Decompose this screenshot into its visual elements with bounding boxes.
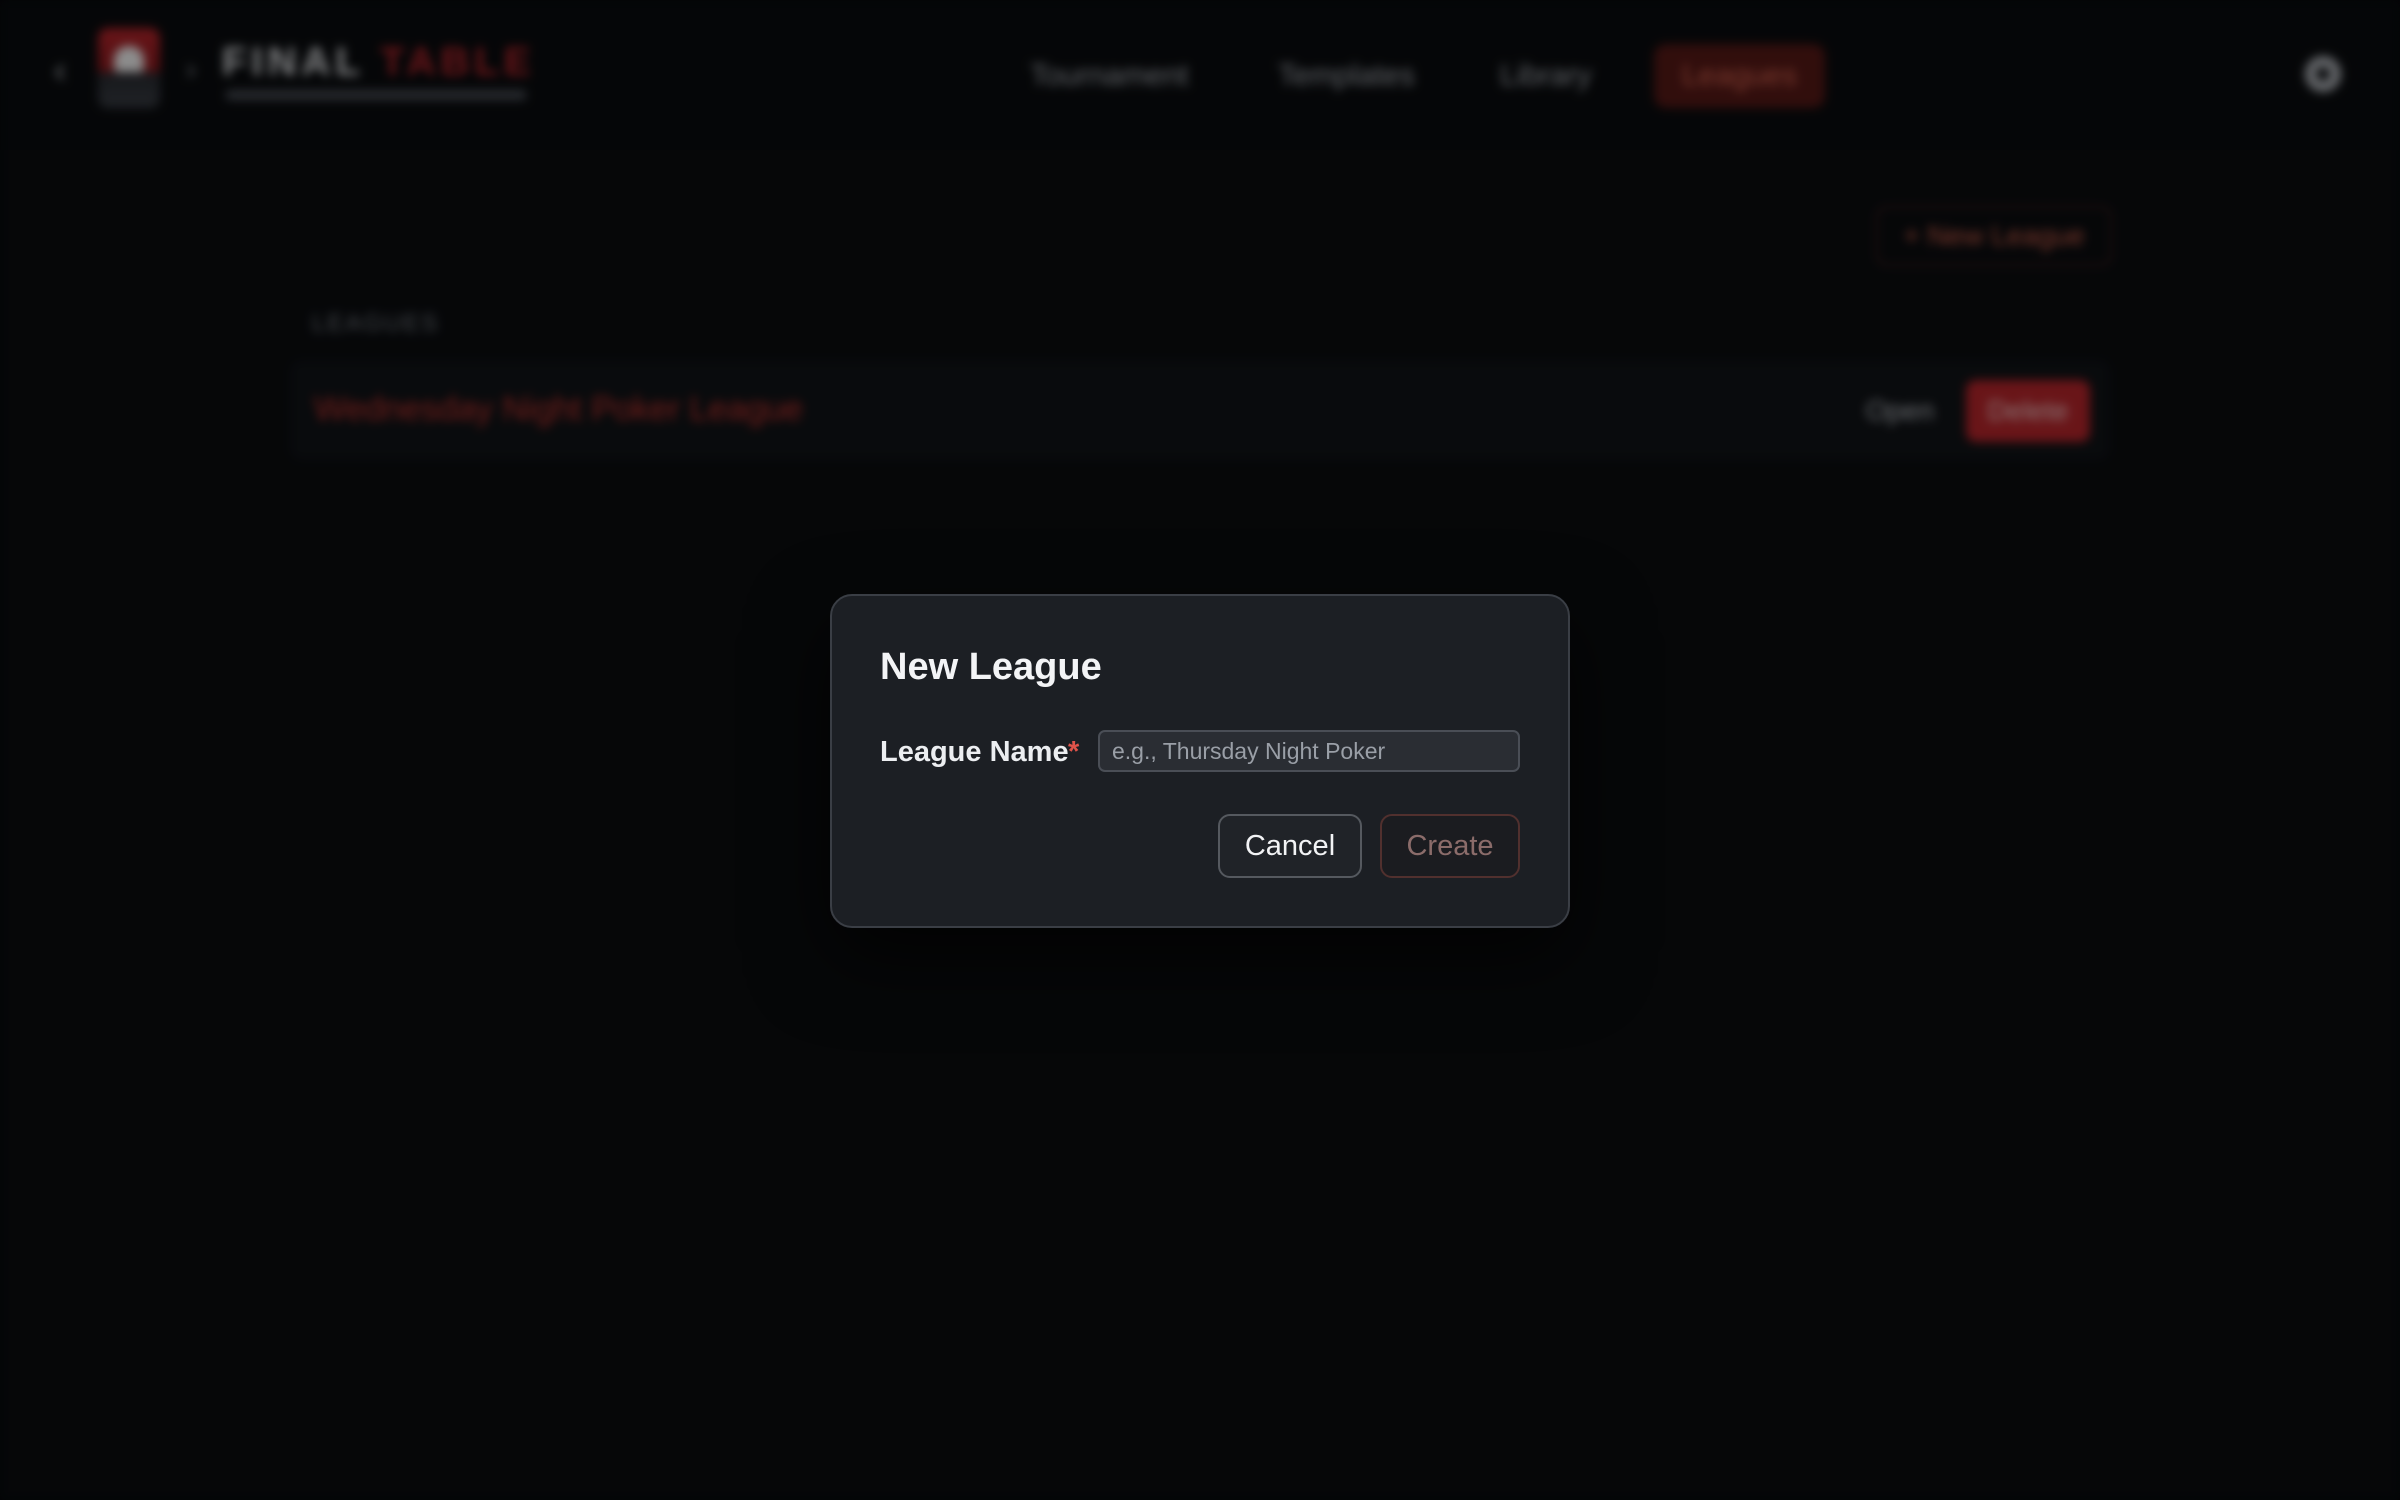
dialog-title: New League	[880, 646, 1102, 688]
league-name-input[interactable]	[1098, 730, 1520, 772]
new-league-dialog: New League League Name * Cancel Create	[830, 594, 1570, 928]
league-name-label: League Name	[880, 736, 1069, 768]
create-button[interactable]: Create	[1380, 814, 1520, 878]
required-asterisk: *	[1068, 736, 1080, 768]
cancel-button[interactable]: Cancel	[1218, 814, 1362, 878]
